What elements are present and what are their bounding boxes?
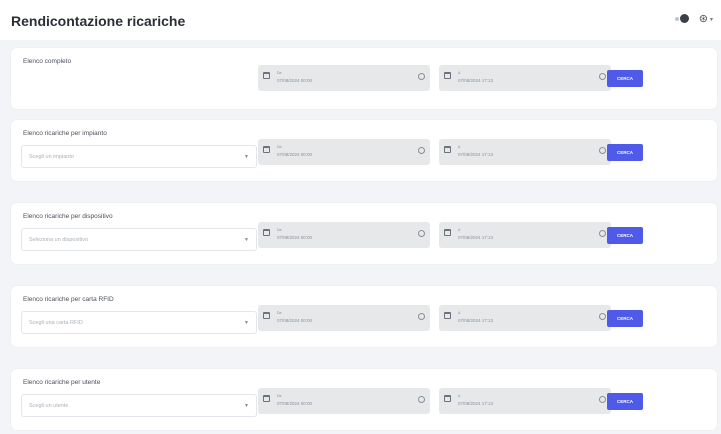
clock-icon[interactable]: [599, 230, 606, 237]
clock-icon[interactable]: [418, 147, 425, 154]
calendar-icon: [263, 146, 270, 153]
date-to-field[interactable]: A 07/08/2024 17:13: [439, 139, 611, 165]
date-to-field[interactable]: A 07/08/2024 17:13: [439, 305, 611, 331]
clock-icon[interactable]: [599, 313, 606, 320]
page-title: Rendicontazione ricariche: [11, 13, 186, 29]
search-button[interactable]: CERCA: [607, 144, 643, 161]
date-from-field[interactable]: Da 07/08/2024 00:00: [258, 222, 430, 248]
date-from-field[interactable]: Da 07/08/2024 00:00: [258, 65, 430, 91]
search-button[interactable]: CERCA: [607, 70, 643, 87]
card-ricariche-utente: Elenco ricariche per utente Scegli un ut…: [11, 369, 717, 430]
date-to-field[interactable]: A 07/08/2024 17:13: [439, 65, 611, 91]
calendar-icon: [444, 72, 451, 79]
impianto-select[interactable]: Scegli un impianto ▼: [21, 145, 257, 168]
card-title: Elenco ricariche per utente: [23, 379, 101, 386]
user-icon[interactable]: ⊛: [699, 14, 708, 25]
clock-icon[interactable]: [418, 396, 425, 403]
date-from-value: 07/08/2024 00:00: [277, 401, 313, 406]
date-to-label: A: [458, 394, 461, 398]
calendar-icon: [263, 72, 270, 79]
card-ricariche-impianto: Elenco ricariche per impianto Scegli un …: [11, 120, 717, 181]
search-button[interactable]: CERCA: [607, 227, 643, 244]
date-to-field[interactable]: A 07/08/2024 17:13: [439, 222, 611, 248]
card-elenco-completo: Elenco completo Da 07/08/2024 00:00 A 07…: [11, 48, 717, 109]
chevron-down-icon[interactable]: ▾: [710, 16, 713, 23]
clock-icon[interactable]: [418, 73, 425, 80]
calendar-icon: [444, 229, 451, 236]
date-from-label: Da: [277, 311, 282, 315]
card-ricariche-rfid: Elenco ricariche per carta RFID Scegli u…: [11, 286, 717, 347]
calendar-icon: [263, 395, 270, 402]
select-placeholder: Scegli un impianto: [29, 154, 74, 160]
date-to-label: A: [458, 228, 461, 232]
chevron-down-icon: ▼: [244, 320, 249, 326]
search-button[interactable]: CERCA: [607, 393, 643, 410]
date-from-field[interactable]: Da 07/08/2024 00:00: [258, 305, 430, 331]
app-header: Rendicontazione ricariche ⊛ ▾: [0, 0, 721, 40]
card-title: Elenco ricariche per impianto: [23, 130, 107, 137]
date-from-label: Da: [277, 228, 282, 232]
date-from-value: 07/08/2024 00:00: [277, 78, 313, 83]
clock-icon[interactable]: [599, 73, 606, 80]
chevron-down-icon: ▼: [244, 237, 249, 243]
chevron-down-icon: ▼: [244, 154, 249, 160]
date-from-value: 07/08/2024 00:00: [277, 235, 313, 240]
clock-icon[interactable]: [418, 230, 425, 237]
date-to-field[interactable]: A 07/08/2024 17:13: [439, 388, 611, 414]
calendar-icon: [263, 312, 270, 319]
card-ricariche-dispositivo: Elenco ricariche per dispositivo Selezio…: [11, 203, 717, 264]
date-from-field[interactable]: Da 07/08/2024 00:00: [258, 388, 430, 414]
toggle-knob: [679, 14, 689, 23]
date-to-value: 07/08/2024 17:13: [458, 401, 494, 406]
select-placeholder: Scegli una carta RFID: [29, 320, 83, 326]
select-placeholder: Scegli un utente: [29, 403, 69, 409]
date-to-label: A: [458, 311, 461, 315]
date-from-value: 07/08/2024 00:00: [277, 318, 313, 323]
clock-icon[interactable]: [599, 396, 606, 403]
calendar-icon: [444, 146, 451, 153]
chevron-down-icon: ▼: [244, 403, 249, 409]
toggle-track: [674, 17, 679, 21]
date-to-value: 07/08/2024 17:13: [458, 78, 494, 83]
rfid-select[interactable]: Scegli una carta RFID ▼: [21, 311, 257, 334]
clock-icon[interactable]: [418, 313, 425, 320]
card-title: Elenco completo: [23, 58, 72, 65]
date-from-value: 07/08/2024 00:00: [277, 152, 313, 157]
utente-select[interactable]: Scegli un utente ▼: [21, 394, 257, 417]
date-to-label: A: [458, 71, 461, 75]
date-from-label: Da: [277, 145, 282, 149]
date-from-label: Da: [277, 71, 282, 75]
date-from-label: Da: [277, 394, 282, 398]
select-placeholder: Seleziona un dispositivo: [29, 237, 89, 243]
card-title: Elenco ricariche per dispositivo: [23, 213, 113, 220]
date-to-value: 07/08/2024 17:13: [458, 318, 494, 323]
theme-toggle-icon[interactable]: [674, 14, 689, 24]
calendar-icon: [444, 395, 451, 402]
clock-icon[interactable]: [599, 147, 606, 154]
dispositivo-select[interactable]: Seleziona un dispositivo ▼: [21, 228, 257, 251]
calendar-icon: [263, 229, 270, 236]
date-to-label: A: [458, 145, 461, 149]
date-to-value: 07/08/2024 17:13: [458, 152, 494, 157]
calendar-icon: [444, 312, 451, 319]
card-title: Elenco ricariche per carta RFID: [23, 296, 114, 303]
search-button[interactable]: CERCA: [607, 310, 643, 327]
date-from-field[interactable]: Da 07/08/2024 00:00: [258, 139, 430, 165]
header-actions: ⊛ ▾: [674, 14, 713, 25]
date-to-value: 07/08/2024 17:13: [458, 235, 494, 240]
